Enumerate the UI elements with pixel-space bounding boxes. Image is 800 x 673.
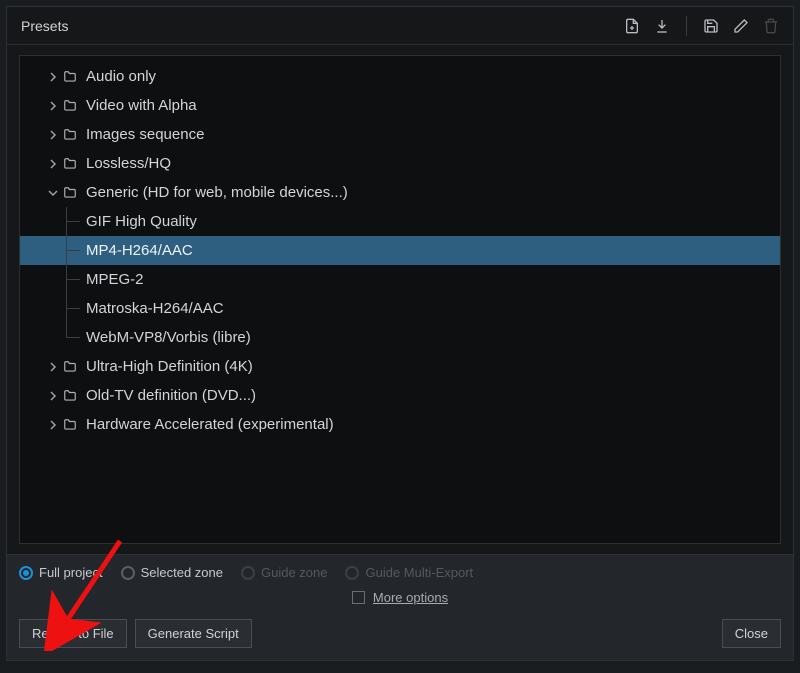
- preset-label: MPEG-2: [86, 269, 144, 290]
- preset-matroska[interactable]: Matroska-H264/AAC: [20, 294, 780, 323]
- more-options-checkbox[interactable]: [352, 591, 365, 604]
- preset-gif-hq[interactable]: GIF High Quality: [20, 207, 780, 236]
- folder-icon: [62, 157, 80, 171]
- radio-label: Selected zone: [141, 565, 223, 580]
- tree-item-audio-only[interactable]: Audio only: [20, 62, 780, 91]
- tree-label: Generic (HD for web, mobile devices...): [86, 182, 348, 203]
- folder-icon: [62, 389, 80, 403]
- tree-item-generic[interactable]: Generic (HD for web, mobile devices...): [20, 178, 780, 207]
- radio-guide-zone: Guide zone: [241, 565, 328, 580]
- chevron-down-icon: [46, 188, 60, 198]
- tree-item-hwaccel[interactable]: Hardware Accelerated (experimental): [20, 410, 780, 439]
- radio-label: Full project: [39, 565, 103, 580]
- chevron-right-icon: [46, 159, 60, 169]
- tree-item-oldtv[interactable]: Old-TV definition (DVD...): [20, 381, 780, 410]
- tree-label: Video with Alpha: [86, 95, 197, 116]
- radio-full-project[interactable]: Full project: [19, 565, 103, 580]
- preset-mpeg2[interactable]: MPEG-2: [20, 265, 780, 294]
- chevron-right-icon: [46, 420, 60, 430]
- folder-icon: [62, 70, 80, 84]
- folder-icon: [62, 418, 80, 432]
- folder-icon: [62, 360, 80, 374]
- panel-footer: Full project Selected zone Guide zone Gu…: [7, 554, 793, 660]
- toolbar-separator: [686, 16, 687, 36]
- header-toolbar: [624, 16, 779, 36]
- radio-icon: [121, 566, 135, 580]
- render-to-file-button[interactable]: Render to File: [19, 619, 127, 648]
- edit-icon[interactable]: [733, 18, 749, 34]
- tree-label: Audio only: [86, 66, 156, 87]
- preset-webm[interactable]: WebM-VP8/Vorbis (libre): [20, 323, 780, 352]
- chevron-right-icon: [46, 130, 60, 140]
- tree-item-video-alpha[interactable]: Video with Alpha: [20, 91, 780, 120]
- chevron-right-icon: [46, 101, 60, 111]
- close-button[interactable]: Close: [722, 619, 781, 648]
- folder-icon: [62, 186, 80, 200]
- chevron-right-icon: [46, 391, 60, 401]
- new-preset-icon[interactable]: [624, 18, 640, 34]
- more-options-row: More options: [19, 590, 781, 605]
- presets-tree: Audio only Video with Alpha Images seque…: [19, 55, 781, 544]
- radio-icon: [241, 566, 255, 580]
- generate-script-button[interactable]: Generate Script: [135, 619, 252, 648]
- tree-label: Old-TV definition (DVD...): [86, 385, 256, 406]
- preset-label: Matroska-H264/AAC: [86, 298, 224, 319]
- radio-guide-multi: Guide Multi-Export: [345, 565, 473, 580]
- tree-item-images-seq[interactable]: Images sequence: [20, 120, 780, 149]
- download-icon[interactable]: [654, 18, 670, 34]
- presets-panel: Presets: [6, 6, 794, 661]
- more-options-link[interactable]: More options: [373, 590, 448, 605]
- preset-mp4-h264[interactable]: MP4-H264/AAC: [20, 236, 780, 265]
- panel-header: Presets: [7, 7, 793, 45]
- tree-item-lossless[interactable]: Lossless/HQ: [20, 149, 780, 178]
- tree-label: Images sequence: [86, 124, 204, 145]
- folder-icon: [62, 99, 80, 113]
- chevron-right-icon: [46, 362, 60, 372]
- tree-item-uhd[interactable]: Ultra-High Definition (4K): [20, 352, 780, 381]
- preset-label: GIF High Quality: [86, 211, 197, 232]
- panel-title: Presets: [21, 18, 624, 34]
- radio-selected-zone[interactable]: Selected zone: [121, 565, 223, 580]
- render-scope-radios: Full project Selected zone Guide zone Gu…: [19, 565, 781, 580]
- radio-label: Guide Multi-Export: [365, 565, 473, 580]
- button-row: Render to File Generate Script Close: [19, 619, 781, 648]
- preset-label: MP4-H264/AAC: [86, 240, 193, 261]
- folder-icon: [62, 128, 80, 142]
- save-preset-icon[interactable]: [703, 18, 719, 34]
- radio-icon: [19, 566, 33, 580]
- radio-icon: [345, 566, 359, 580]
- radio-label: Guide zone: [261, 565, 328, 580]
- tree-label: Lossless/HQ: [86, 153, 171, 174]
- preset-label: WebM-VP8/Vorbis (libre): [86, 327, 251, 348]
- tree-label: Hardware Accelerated (experimental): [86, 414, 334, 435]
- tree-label: Ultra-High Definition (4K): [86, 356, 253, 377]
- chevron-right-icon: [46, 72, 60, 82]
- delete-icon: [763, 18, 779, 34]
